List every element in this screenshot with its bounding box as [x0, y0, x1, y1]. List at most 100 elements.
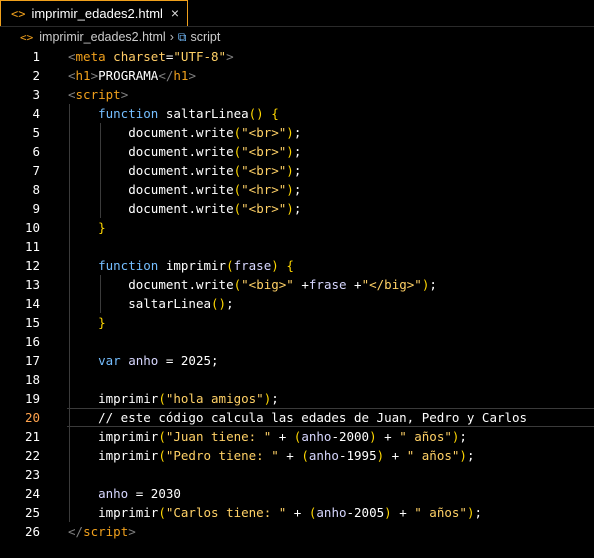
- code-line[interactable]: 16: [0, 332, 594, 351]
- code-token: imprimir: [98, 505, 159, 520]
- code-token: +: [391, 505, 415, 520]
- code-token: script: [83, 524, 129, 539]
- code-token: "<br>": [241, 201, 287, 216]
- code-line[interactable]: 10 }: [0, 218, 594, 237]
- code-text: function saltarLinea() {: [68, 104, 279, 123]
- code-token: -: [346, 505, 355, 520]
- code-line[interactable]: 19 imprimir("hola amigos");: [0, 389, 594, 408]
- code-token: "hola amigos": [165, 391, 264, 406]
- code-token: (: [158, 391, 166, 406]
- code-token: (: [233, 125, 242, 140]
- line-number: 26: [24, 524, 40, 539]
- code-text: document.write("<br>");: [68, 161, 301, 180]
- html-file-icon: <>: [20, 30, 34, 44]
- code-line[interactable]: 26 </script>: [0, 522, 594, 541]
- code-token: "<br>": [241, 125, 287, 140]
- breadcrumb-symbol[interactable]: script: [190, 30, 220, 44]
- line-number: 10: [24, 220, 40, 235]
- close-icon[interactable]: ×: [171, 5, 179, 21]
- code-line[interactable]: 6 document.write("<br>");: [0, 142, 594, 161]
- code-line[interactable]: 20 // este código calcula las edades de …: [0, 408, 594, 427]
- code-line[interactable]: 23: [0, 465, 594, 484]
- code-token: .: [188, 144, 196, 159]
- code-editor[interactable]: 1 <meta charset="UTF-8"> 2 <h1>PROGRAMA</h1…: [0, 47, 594, 541]
- code-line[interactable]: 9 document.write("<br>");: [0, 199, 594, 218]
- code-token: +: [384, 448, 407, 463]
- code-token: =: [158, 353, 181, 368]
- code-token: write: [195, 201, 234, 216]
- code-text: </script>: [68, 522, 136, 541]
- code-text: saltarLinea();: [68, 294, 233, 313]
- code-token: (: [233, 201, 242, 216]
- code-token: ): [271, 258, 279, 273]
- code-token: ;: [459, 429, 467, 444]
- code-token: imprimir: [98, 391, 159, 406]
- code-token: anho: [308, 448, 339, 463]
- code-token: (: [301, 448, 309, 463]
- code-line[interactable]: 4 function saltarLinea() {: [0, 104, 594, 123]
- code-token: anho: [98, 486, 129, 501]
- code-line[interactable]: 2 <h1>PROGRAMA</h1>: [0, 66, 594, 85]
- line-number: 6: [32, 144, 40, 159]
- line-number: 22: [24, 448, 40, 463]
- line-number: 20: [24, 410, 40, 425]
- code-token: .: [188, 163, 196, 178]
- code-token: .: [188, 201, 196, 216]
- code-token: </: [68, 524, 84, 539]
- line-number: 19: [24, 391, 40, 406]
- code-token: write: [195, 163, 234, 178]
- code-token: "Carlos tiene: ": [165, 505, 287, 520]
- code-text: imprimir("Pedro tiene: " + (anho-1995) +…: [68, 446, 474, 465]
- code-token: function: [98, 258, 159, 273]
- code-line[interactable]: 18: [0, 370, 594, 389]
- code-token: (: [158, 448, 166, 463]
- code-line[interactable]: 3 <script>: [0, 85, 594, 104]
- code-line[interactable]: 22 imprimir("Pedro tiene: " + (anho-1995…: [0, 446, 594, 465]
- code-line[interactable]: 1 <meta charset="UTF-8">: [0, 47, 594, 66]
- code-token: +: [346, 277, 362, 292]
- code-line[interactable]: 13 document.write("<big>" +frase +"</big…: [0, 275, 594, 294]
- code-token: (): [248, 106, 264, 121]
- code-text: document.write("<big>" +frase +"</big>")…: [68, 275, 437, 294]
- code-token: {: [271, 106, 279, 121]
- code-line[interactable]: 24 anho = 2030: [0, 484, 594, 503]
- code-line[interactable]: 14 saltarLinea();: [0, 294, 594, 313]
- tab-imprimir-edades2[interactable]: <> imprimir_edades2.html ×: [0, 0, 188, 26]
- code-token: ;: [474, 505, 482, 520]
- code-text: var anho = 2025;: [68, 351, 218, 370]
- code-line[interactable]: 25 imprimir("Carlos tiene: " + (anho-200…: [0, 503, 594, 522]
- code-token: 2025: [180, 353, 212, 368]
- code-text: imprimir("hola amigos");: [68, 389, 279, 408]
- line-number: 21: [24, 429, 40, 444]
- code-token: ;: [429, 277, 437, 292]
- code-line[interactable]: 8 document.write("<hr>");: [0, 180, 594, 199]
- code-line[interactable]: 5 document.write("<br>");: [0, 123, 594, 142]
- code-token: ;: [293, 125, 302, 140]
- code-token: ;: [293, 144, 302, 159]
- code-token: document: [128, 277, 189, 292]
- code-line[interactable]: 7 document.write("<br>");: [0, 161, 594, 180]
- line-number: 24: [24, 486, 40, 501]
- code-token: ): [286, 125, 294, 140]
- code-token: script: [75, 87, 121, 102]
- code-line[interactable]: 12 function imprimir(frase) {: [0, 256, 594, 275]
- breadcrumb-file[interactable]: imprimir_edades2.html: [39, 30, 165, 44]
- code-line[interactable]: 17 var anho = 2025;: [0, 351, 594, 370]
- code-line[interactable]: 21 imprimir("Juan tiene: " + (anho-2000)…: [0, 427, 594, 446]
- code-token: =: [128, 486, 151, 501]
- code-token: "</big>": [361, 277, 422, 292]
- code-token: ): [286, 201, 294, 216]
- code-token: imprimir: [98, 429, 159, 444]
- code-line[interactable]: 15 }: [0, 313, 594, 332]
- code-token: .: [188, 125, 196, 140]
- code-token: imprimir: [165, 258, 227, 273]
- line-number: 9: [32, 201, 40, 216]
- code-token: ;: [293, 163, 302, 178]
- symbol-icon: ⧉: [177, 29, 187, 44]
- code-line[interactable]: 11: [0, 237, 594, 256]
